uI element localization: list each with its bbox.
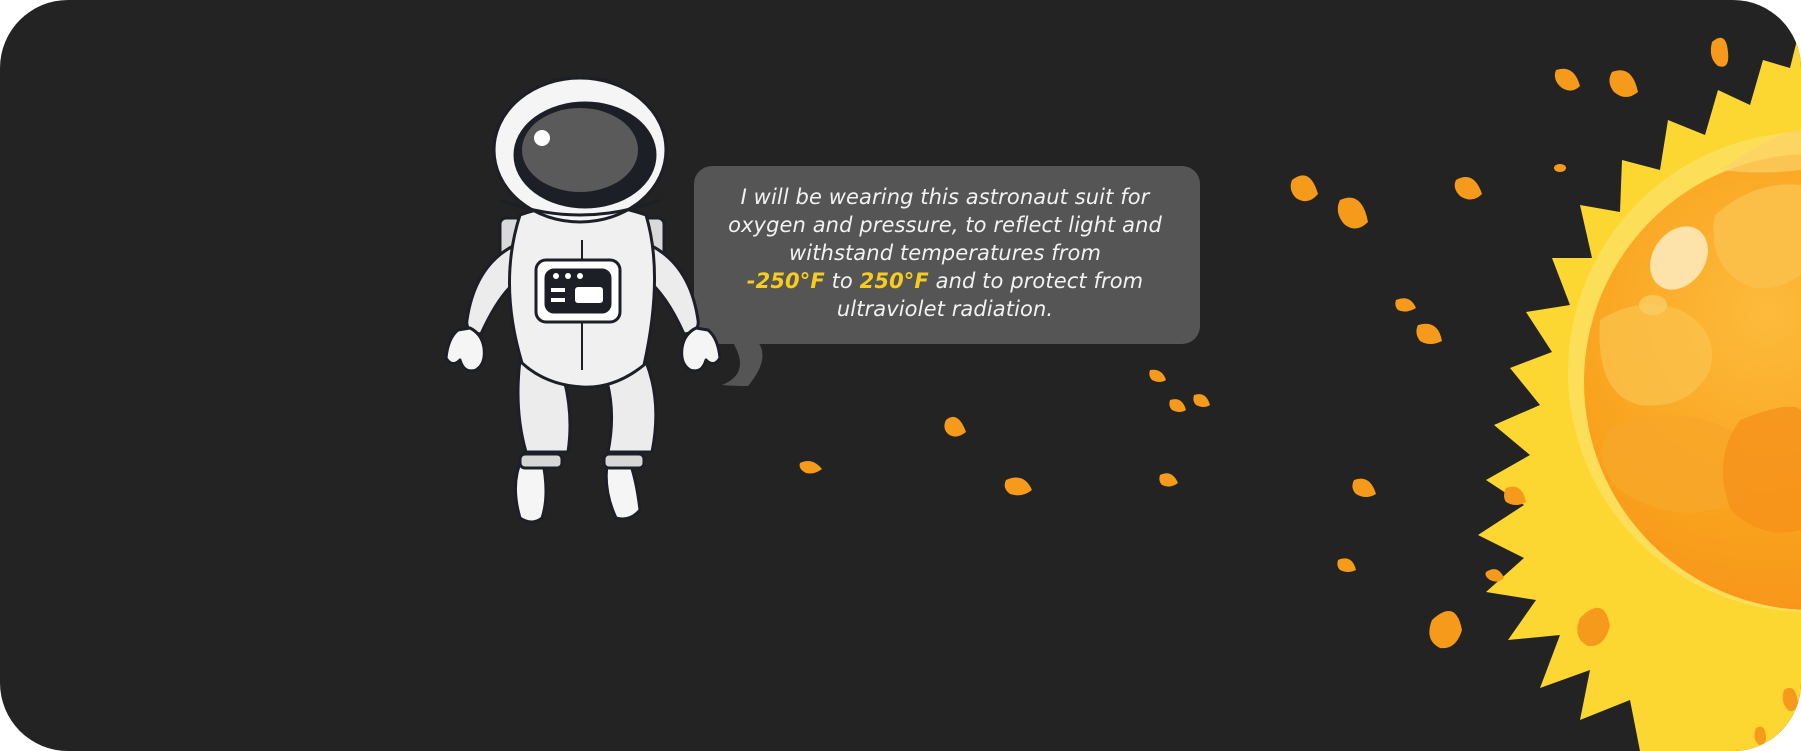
speech-line-4: -250°F to 250°F and to protect from: [700, 267, 1190, 295]
speech-line-1: I will be wearing this astronaut suit fo…: [740, 185, 1150, 209]
speech-line-3: withstand temperatures from: [788, 241, 1102, 265]
speech-bubble-text: I will be wearing this astronaut suit fo…: [700, 183, 1190, 323]
scene: I will be wearing this astronaut suit fo…: [0, 0, 1801, 751]
speech-line-4-rest: and to protect from: [928, 269, 1144, 293]
temperature-high: 250°F: [859, 269, 929, 293]
temperature-low: -250°F: [746, 269, 825, 293]
temperature-connector: to: [824, 269, 860, 293]
speech-line-2: oxygen and pressure, to reflect light an…: [728, 213, 1162, 237]
scene-artwork: [0, 0, 1801, 751]
speech-line-5: ultraviolet radiation.: [836, 297, 1054, 321]
